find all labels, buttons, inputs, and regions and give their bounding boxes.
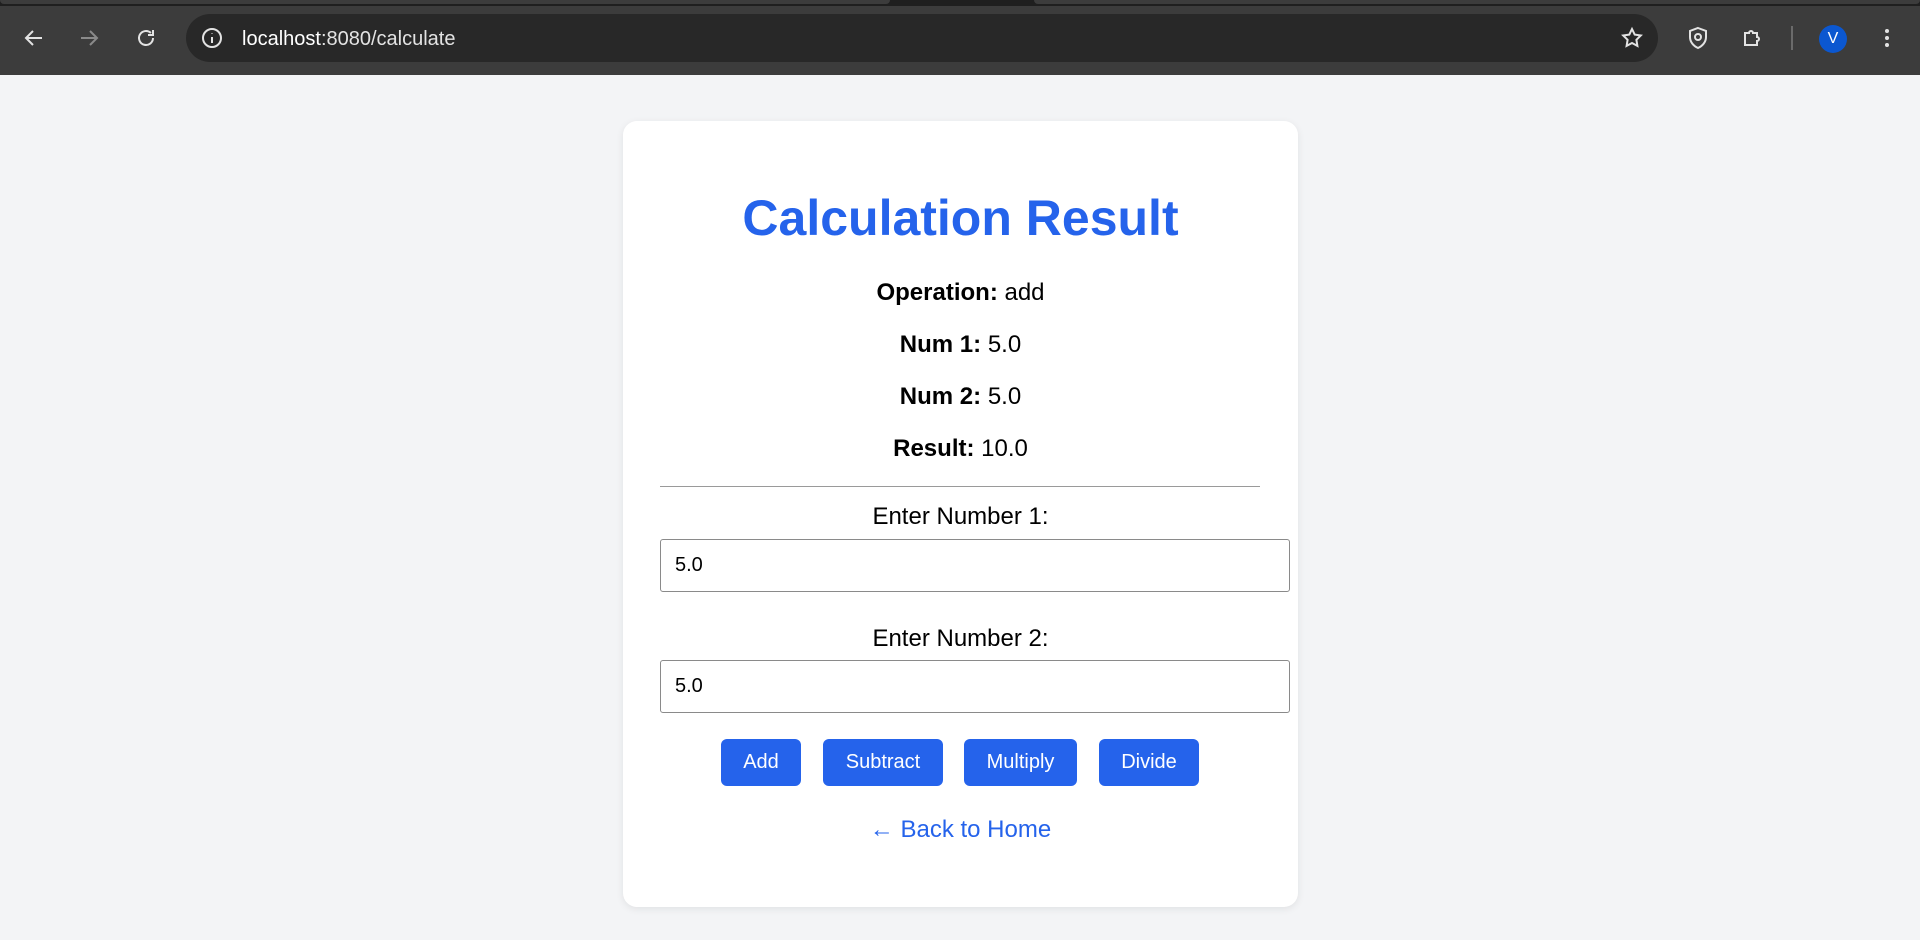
tab[interactable] — [0, 0, 890, 4]
num2-label: Num 2: — [899, 383, 982, 410]
address-bar[interactable]: localhost:8080/calculate — [186, 14, 1658, 62]
result-label: Result: — [893, 435, 975, 462]
back-button[interactable] — [14, 18, 54, 58]
extensions-puzzle-icon[interactable] — [1741, 26, 1765, 50]
result-row: Result: 10.0 — [623, 435, 1298, 463]
multiply-button[interactable]: Multiply — [964, 739, 1077, 786]
forward-button[interactable] — [69, 18, 109, 58]
divide-button[interactable]: Divide — [1099, 739, 1199, 786]
more-menu-icon[interactable] — [1875, 26, 1899, 50]
add-button[interactable]: Add — [721, 739, 801, 786]
url-host: localhost — [242, 28, 321, 50]
url-text[interactable]: localhost:8080/calculate — [242, 28, 455, 51]
num2-row: Num 2: 5.0 — [623, 383, 1298, 411]
toolbar-divider — [1791, 26, 1793, 50]
section-divider — [660, 486, 1260, 487]
operation-row: Operation: add — [623, 279, 1298, 307]
subtract-button[interactable]: Subtract — [823, 739, 943, 786]
profile-avatar[interactable]: V — [1819, 25, 1847, 53]
back-to-home-link[interactable]: ← Back to Home — [623, 816, 1298, 844]
bookmark-star-icon[interactable] — [1620, 26, 1644, 50]
number1-label: Enter Number 1: — [872, 503, 1049, 530]
num1-label: Num 1: — [899, 331, 982, 358]
reload-button[interactable] — [126, 18, 166, 58]
shield-extension-icon[interactable] — [1686, 26, 1710, 50]
browser-toolbar: localhost:8080/calculate V — [0, 0, 1920, 75]
operation-value: add — [1004, 279, 1045, 306]
num1-row: Num 1: 5.0 — [623, 331, 1298, 359]
tab-strip — [0, 0, 1920, 6]
result-value: 10.0 — [981, 435, 1028, 462]
reload-icon — [138, 30, 154, 46]
operation-label: Operation: — [876, 279, 998, 306]
number2-input[interactable] — [660, 660, 1290, 713]
operation-buttons: Add Subtract Multiply Divide — [623, 739, 1298, 786]
result-card: Calculation Result Operation: add Num 1:… — [623, 121, 1298, 907]
arrow-right-icon — [81, 30, 99, 46]
arrow-left-icon — [24, 30, 42, 46]
tab[interactable] — [1034, 0, 1920, 4]
num1-value: 5.0 — [987, 331, 1022, 358]
page-title: Calculation Result — [742, 190, 1179, 246]
number1-input[interactable] — [660, 539, 1290, 592]
num2-value: 5.0 — [987, 383, 1022, 410]
site-info-icon[interactable] — [200, 26, 224, 50]
url-path: :8080/calculate — [320, 28, 456, 50]
number2-label: Enter Number 2: — [872, 625, 1049, 652]
